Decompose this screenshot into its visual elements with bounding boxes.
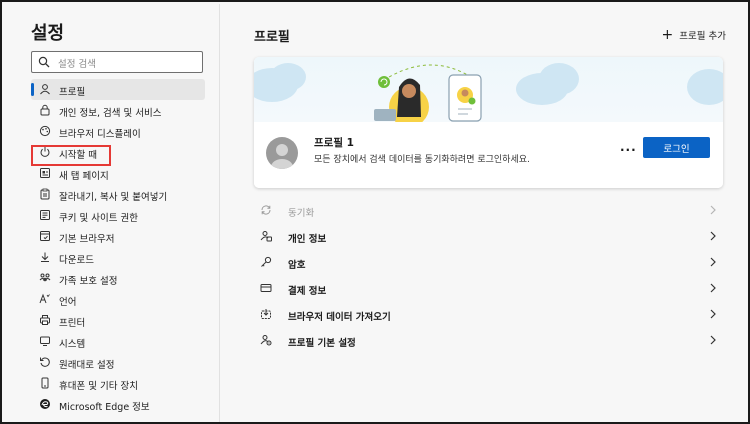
row-label: 브라우저 데이터 가져오기 <box>288 312 391 323</box>
sidebar-item-label: 새 탭 페이지 <box>59 171 109 182</box>
add-profile-button[interactable]: + 프로필 추가 <box>662 28 726 42</box>
plus-icon: + <box>661 27 674 43</box>
profile-card-body: 프로필 1 모든 장치에서 검색 데이터를 동기화하려면 로그인하세요. ···… <box>254 122 723 188</box>
profile-description: 모든 장치에서 검색 데이터를 동기화하려면 로그인하세요. <box>314 155 530 165</box>
sidebar-item-system[interactable]: 시스템 <box>31 331 205 352</box>
chevron-right-icon <box>709 334 717 346</box>
sidebar-item-languages[interactable]: 언어 <box>31 289 205 310</box>
row-personal-info[interactable]: 개인 정보 <box>254 223 723 249</box>
edge-icon <box>39 398 51 410</box>
row-label: 암호 <box>288 260 306 271</box>
sidebar-item-phone[interactable]: 휴대폰 및 기타 장치 <box>31 373 205 394</box>
profile-card: 프로필 1 모든 장치에서 검색 데이터를 동기화하려면 로그인하세요. ···… <box>254 57 723 188</box>
sidebar-item-label: 언어 <box>59 297 77 308</box>
sidebar-item-new-tab[interactable]: 새 탭 페이지 <box>31 163 205 184</box>
sidebar-item-label: 다운로드 <box>59 255 94 266</box>
card-icon <box>260 282 272 294</box>
download-icon <box>39 251 51 263</box>
sidebar-item-label: 브라우저 디스플레이 <box>59 129 141 140</box>
sidebar-item-label: 원래대로 설정 <box>59 360 115 371</box>
sidebar-item-profile[interactable]: 프로필 <box>31 79 205 100</box>
family-icon <box>39 272 51 284</box>
printer-icon <box>39 314 51 326</box>
row-import-browser-data[interactable]: 브라우저 데이터 가져오기 <box>254 301 723 327</box>
sidebar-item-downloads[interactable]: 다운로드 <box>31 247 205 268</box>
cookie-icon <box>39 209 51 221</box>
row-label: 프로필 기본 설정 <box>288 338 356 349</box>
language-icon <box>39 293 51 305</box>
sidebar-item-share-copy-paste[interactable]: 잘라내기, 복사 및 붙여넣기 <box>31 184 205 205</box>
clipboard-icon <box>39 188 51 200</box>
sidebar-item-privacy[interactable]: 개인 정보, 검색 및 서비스 <box>31 100 205 121</box>
more-options-button[interactable]: ··· <box>620 143 637 157</box>
new-tab-icon <box>39 167 51 179</box>
sidebar-item-label: 잘라내기, 복사 및 붙여넣기 <box>59 192 168 203</box>
search-icon <box>38 56 50 68</box>
person-icon <box>39 83 51 95</box>
system-icon <box>39 335 51 347</box>
row-label: 동기화 <box>288 208 315 219</box>
chevron-right-icon <box>709 256 717 268</box>
chevron-right-icon <box>709 308 717 320</box>
sidebar-item-label: 기본 브라우저 <box>59 234 115 245</box>
search-input[interactable]: 설정 검색 <box>31 51 203 73</box>
row-payment-info[interactable]: 결제 정보 <box>254 275 723 301</box>
phone-icon <box>39 377 51 389</box>
sidebar-item-label: Microsoft Edge 정보 <box>59 402 150 413</box>
main-panel: 프로필 + 프로필 추가 프로필 1 모든 장치에서 검색 데이터를 동기화하려… <box>220 4 748 422</box>
login-button[interactable]: 로그인 <box>643 137 710 158</box>
sidebar-item-about[interactable]: Microsoft Edge 정보 <box>31 394 205 415</box>
page-title: 프로필 <box>254 30 290 45</box>
sidebar-item-label: 시스템 <box>59 339 86 350</box>
personal-info-icon <box>260 230 272 242</box>
sidebar-title: 설정 <box>31 23 65 44</box>
row-label: 개인 정보 <box>288 234 327 245</box>
sidebar-item-label: 가족 보호 설정 <box>59 276 118 287</box>
reset-icon <box>39 356 51 368</box>
key-icon <box>260 256 272 268</box>
sidebar-item-default-browser[interactable]: 기본 브라우저 <box>31 226 205 247</box>
chevron-right-icon <box>709 230 717 242</box>
sidebar-item-label: 쿠키 및 사이트 권한 <box>59 213 138 224</box>
row-sync[interactable]: 동기화 <box>254 197 723 223</box>
sync-icon <box>260 204 272 216</box>
highlight-box <box>31 145 111 166</box>
profile-settings-list: 동기화 개인 정보 암호 결제 정보 브라우저 데이터 가져오기 프로필 기본 … <box>254 197 723 353</box>
profile-banner-illustration <box>254 57 723 122</box>
sidebar-item-family[interactable]: 가족 보호 설정 <box>31 268 205 289</box>
chevron-right-icon <box>709 282 717 294</box>
lock-icon <box>39 104 51 116</box>
sidebar-item-reset[interactable]: 원래대로 설정 <box>31 352 205 373</box>
palette-icon <box>39 125 51 137</box>
sidebar-item-label: 프로필 <box>59 87 86 98</box>
add-profile-label: 프로필 추가 <box>679 31 726 42</box>
row-profile-preferences[interactable]: 프로필 기본 설정 <box>254 327 723 353</box>
sidebar-item-printers[interactable]: 프린터 <box>31 310 205 331</box>
settings-window: 설정 설정 검색 프로필 개인 정보, 검색 및 서비스 브라우저 디스플레이 … <box>0 0 750 424</box>
sidebar-item-appearance[interactable]: 브라우저 디스플레이 <box>31 121 205 142</box>
sidebar-item-label: 프린터 <box>59 318 86 329</box>
profile-settings-icon <box>260 334 272 346</box>
sidebar-item-label: 개인 정보, 검색 및 서비스 <box>59 108 162 119</box>
sidebar-nav: 프로필 개인 정보, 검색 및 서비스 브라우저 디스플레이 시작할 때 새 탭… <box>31 79 205 415</box>
profile-name: 프로필 1 <box>314 137 354 149</box>
search-placeholder: 설정 검색 <box>58 59 96 70</box>
row-label: 결제 정보 <box>288 286 327 297</box>
sidebar-item-label: 휴대폰 및 기타 장치 <box>59 381 138 392</box>
browser-icon <box>39 230 51 242</box>
sidebar-item-cookies[interactable]: 쿠키 및 사이트 권한 <box>31 205 205 226</box>
avatar <box>266 137 298 169</box>
import-icon <box>260 308 272 320</box>
row-passwords[interactable]: 암호 <box>254 249 723 275</box>
chevron-right-icon <box>709 204 717 216</box>
